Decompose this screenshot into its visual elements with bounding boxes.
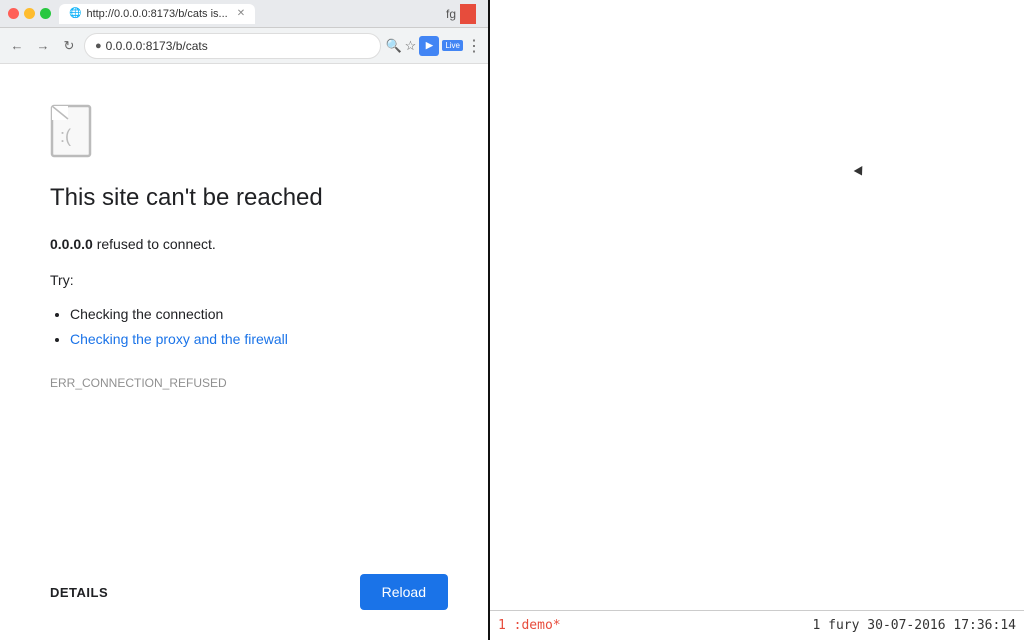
terminal-panel: 1 :demo* 1 fury 30-07-2016 17:36:14 — [490, 0, 1024, 640]
terminal-content[interactable] — [490, 0, 1024, 610]
list-item: Checking the connection — [70, 302, 448, 327]
tab-bar: 🌐 http://0.0.0.0:8173/b/cats is... ✕ — [59, 4, 446, 24]
tmux-status-right: 1 fury 30-07-2016 17:36:14 — [813, 618, 1017, 633]
try-item-1: Checking the connection — [70, 306, 223, 322]
browser-panel: 🌐 http://0.0.0.0:8173/b/cats is... ✕ fg … — [0, 0, 490, 640]
list-item: Checking the proxy and the firewall — [70, 327, 448, 352]
menu-icon[interactable]: ⋮ — [466, 36, 482, 56]
svg-text::(: :( — [60, 126, 71, 146]
search-icon[interactable]: 🔍 — [385, 38, 401, 54]
proxy-link[interactable]: Checking the proxy and the firewall — [70, 331, 288, 347]
forward-button[interactable]: → — [32, 35, 54, 57]
extension-icon[interactable]: ▶ — [419, 36, 439, 56]
tab-favicon: 🌐 — [69, 8, 81, 19]
try-list: Checking the connection Checking the pro… — [50, 302, 448, 352]
try-label: Try: — [50, 272, 448, 288]
error-host: 0.0.0.0 — [50, 236, 93, 252]
tab-title: http://0.0.0.0:8173/b/cats is... — [86, 8, 227, 20]
error-title: This site can't be reached — [50, 184, 448, 212]
ext-label: ▶ — [426, 40, 433, 51]
close-button[interactable] — [8, 8, 19, 19]
details-button[interactable]: DETAILS — [50, 585, 108, 600]
address-icons: 🔍 ☆ ▶ Live ⋮ — [385, 36, 482, 56]
error-code: ERR_CONNECTION_REFUSED — [50, 376, 448, 390]
tmux-status-left: 1 :demo* — [498, 618, 561, 633]
star-icon[interactable]: ☆ — [405, 38, 417, 54]
lock-icon: ● — [95, 40, 102, 52]
maximize-button[interactable] — [40, 8, 51, 19]
reload-page-button[interactable]: ↻ — [58, 35, 80, 57]
browser-content: :( This site can't be reached 0.0.0.0 re… — [0, 64, 488, 640]
tmux-status-bar: 1 :demo* 1 fury 30-07-2016 17:36:14 — [490, 610, 1024, 640]
tab-close-icon[interactable]: ✕ — [237, 8, 245, 19]
fg-label: fg — [446, 7, 456, 21]
title-bar: 🌐 http://0.0.0.0:8173/b/cats is... ✕ fg — [0, 0, 488, 28]
error-subtitle-msg: refused to connect. — [97, 236, 216, 252]
back-button[interactable]: ← — [6, 35, 28, 57]
browser-tab[interactable]: 🌐 http://0.0.0.0:8173/b/cats is... ✕ — [59, 4, 255, 24]
url-bar[interactable]: ● 0.0.0.0:8173/b/cats — [84, 33, 381, 59]
live-badge: Live — [442, 40, 463, 51]
error-icon: :( — [50, 104, 105, 164]
traffic-lights — [8, 8, 51, 19]
minimize-button[interactable] — [24, 8, 35, 19]
reload-button[interactable]: Reload — [360, 574, 448, 610]
bottom-bar: DETAILS Reload — [50, 564, 448, 610]
error-subtitle: 0.0.0.0 refused to connect. — [50, 236, 448, 252]
terminal-indicator — [460, 4, 476, 24]
address-bar: ← → ↻ ● 0.0.0.0:8173/b/cats 🔍 ☆ ▶ Live ⋮ — [0, 28, 488, 64]
mouse-cursor — [854, 166, 867, 178]
url-text: 0.0.0.0:8173/b/cats — [106, 39, 208, 53]
